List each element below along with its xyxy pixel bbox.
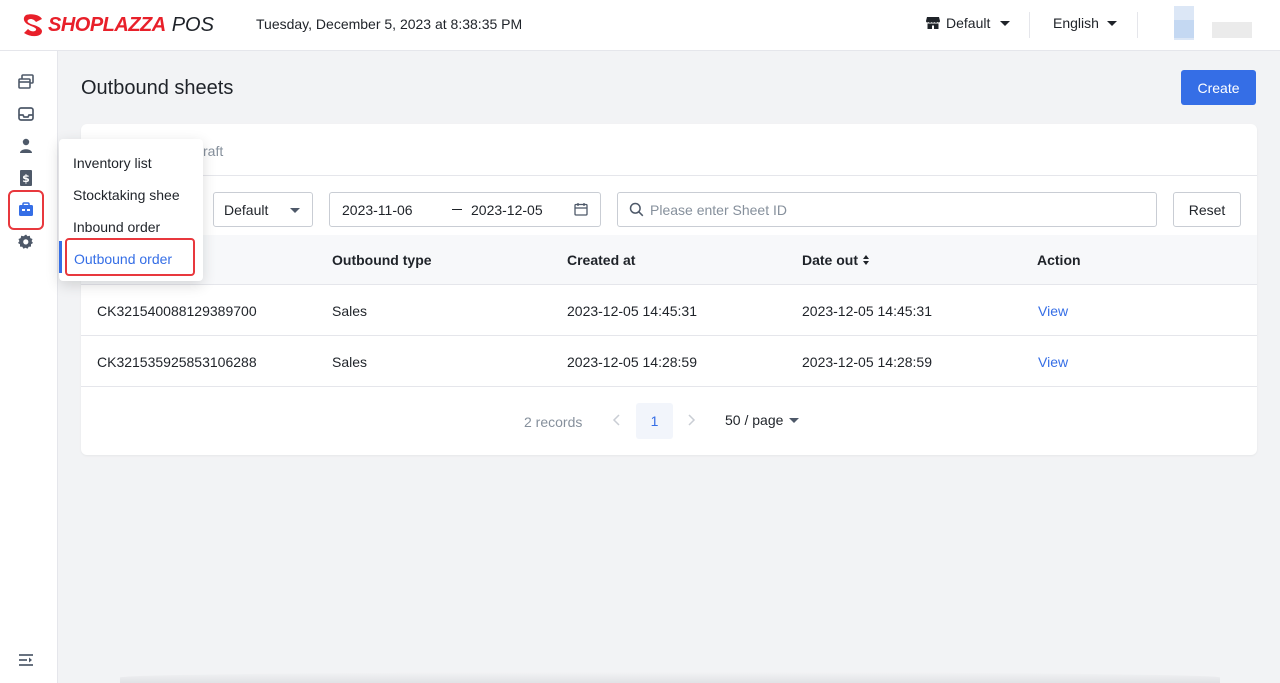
search-icon [629,202,644,217]
store-name: Default [946,15,991,31]
cell-created-at: 2023-12-05 14:28:59 [567,354,697,370]
menu-active-indicator [59,241,62,273]
user-avatar[interactable] [1150,6,1254,42]
menu-item-stocktaking[interactable]: Stocktaking shee [73,187,191,203]
view-link[interactable]: View [1038,354,1068,370]
current-datetime: Tuesday, December 5, 2023 at 8:38:35 PM [256,16,523,32]
menu-item-inbound-order[interactable]: Inbound order [73,219,191,235]
cell-outbound-type: Sales [332,354,368,370]
tab-draft[interactable]: raft [203,143,223,159]
date-separator [452,209,462,210]
cell-date-out: 2023-12-05 14:28:59 [802,354,932,370]
date-end[interactable]: 2023-12-05 [471,202,543,218]
calendar-icon [574,203,588,216]
bottom-shadow [120,672,1220,683]
cell-sheet-id: CK321535925853106288 [97,354,257,370]
finance-icon[interactable]: $ [17,169,35,187]
chevron-down-icon [1000,20,1011,26]
table-row: CK321535925853106288 Sales 2023-12-05 14… [81,336,1257,387]
logo[interactable]: SHOPLAZZA POS [22,11,214,39]
table-row: CK321540088129389700 Sales 2023-12-05 14… [81,285,1257,336]
top-header: SHOPLAZZA POS Tuesday, December 5, 2023 … [0,0,1280,51]
date-range-picker[interactable]: 2023-11-06 2023-12-05 [329,192,601,227]
view-link[interactable]: View [1038,303,1068,319]
menu-collapse-icon[interactable] [17,651,35,669]
inventory-submenu: Inventory list Stocktaking shee Inbound … [59,139,203,281]
column-date-out[interactable]: Date out [802,252,870,268]
shoplazza-logo-icon [23,14,43,37]
pagination: 2 records 1 50 / page [81,402,1257,440]
inbox-icon[interactable] [17,105,35,123]
menu-item-inventory-list[interactable]: Inventory list [73,155,191,171]
search-input[interactable] [650,199,1140,221]
svg-text:$: $ [22,172,30,185]
create-button[interactable]: Create [1181,70,1256,105]
chevron-down-icon [1106,20,1117,26]
header-divider [1137,12,1138,38]
prev-page-icon[interactable] [609,412,625,428]
page-size-label: 50 / page [725,412,784,428]
column-date-out-label: Date out [802,252,858,268]
page-number[interactable]: 1 [636,403,673,439]
filter-select-value: Default [224,201,269,218]
logo-suffix: POS [171,13,214,36]
logo-text: SHOPLAZZA [48,13,166,36]
store-icon [926,17,940,29]
column-outbound-type: Outbound type [332,252,432,268]
store-selector[interactable]: Default [926,15,1011,31]
next-page-icon[interactable] [683,412,699,428]
inventory-icon[interactable] [17,201,35,219]
reset-button[interactable]: Reset [1173,192,1241,227]
record-count: 2 records [524,414,583,430]
cell-outbound-type: Sales [332,303,368,319]
status-tabs: raft [81,124,1257,176]
menu-item-outbound-order[interactable]: Outbound order [74,251,192,267]
filter-select[interactable]: Default [213,192,313,227]
cell-date-out: 2023-12-05 14:45:31 [802,303,932,319]
header-divider [1029,12,1030,38]
column-action: Action [1037,252,1081,268]
column-created-at: Created at [567,252,636,268]
chevron-down-icon [789,417,800,423]
settings-icon[interactable] [17,233,35,251]
cell-sheet-id: CK321540088129389700 [97,303,257,319]
sort-icon[interactable] [862,254,870,266]
language-name: English [1053,15,1099,31]
page-title: Outbound sheets [81,77,234,99]
language-selector[interactable]: English [1053,15,1117,31]
date-start[interactable]: 2023-11-06 [342,202,413,218]
sales-icon[interactable] [17,73,35,91]
sheet-id-search [617,192,1157,227]
customer-icon[interactable] [17,137,35,155]
sidebar: $ [0,51,58,683]
cell-created-at: 2023-12-05 14:45:31 [567,303,697,319]
table-header: Outbound type Created at Date out Action [81,235,1257,285]
chevron-down-icon [290,208,300,213]
page-size-selector[interactable]: 50 / page [725,412,800,428]
outbound-sheets-card: raft Default 2023-11-06 2023-12-05 Reset… [81,124,1257,455]
